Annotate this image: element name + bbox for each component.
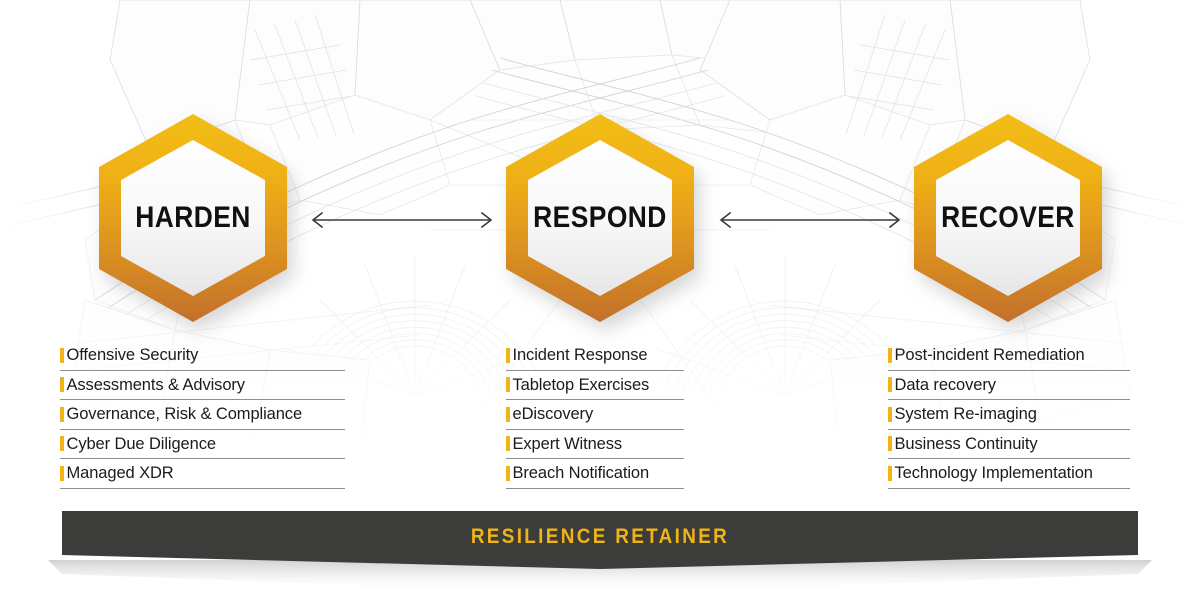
service-label: Tabletop Exercises — [512, 375, 650, 394]
service-label: Expert Witness — [512, 434, 623, 453]
retainer-banner-label: RESILIENCE RETAINER — [470, 525, 730, 548]
bullet-tick-icon — [60, 465, 64, 481]
bullet-tick-icon — [888, 465, 892, 481]
phase-node-recover[interactable]: RECOVER — [912, 112, 1104, 324]
service-item[interactable]: Post-incident Remediation — [888, 341, 1130, 371]
service-label: Offensive Security — [66, 346, 199, 364]
service-label: Cyber Due Diligence — [66, 434, 217, 453]
service-item[interactable]: Business Continuity — [888, 430, 1130, 459]
bullet-tick-icon — [60, 347, 64, 363]
service-label: Managed XDR — [66, 464, 174, 482]
bullet-tick-icon — [888, 377, 892, 393]
service-label: Technology Implementation — [894, 464, 1093, 482]
service-label: Data recovery — [894, 375, 997, 394]
phase-label-respond: RESPOND — [533, 201, 667, 234]
phase-node-respond[interactable]: RESPOND — [504, 112, 696, 324]
service-label: eDiscovery — [512, 405, 594, 423]
service-item[interactable]: Breach Notification — [506, 459, 684, 489]
service-label: Governance, Risk & Compliance — [66, 405, 303, 423]
service-item[interactable]: Managed XDR — [60, 459, 345, 489]
phase-node-harden[interactable]: HARDEN — [97, 112, 289, 324]
bullet-tick-icon — [60, 436, 64, 452]
service-item[interactable]: Incident Response — [506, 341, 684, 371]
service-label: System Re-imaging — [894, 405, 1037, 423]
service-label: Incident Response — [512, 346, 648, 364]
bullet-tick-icon — [506, 465, 510, 481]
connector-respond-recover — [716, 208, 904, 232]
service-list-recover: Post-incident Remediation Data recovery … — [888, 341, 1130, 489]
bullet-tick-icon — [506, 347, 510, 363]
bullet-tick-icon — [506, 406, 510, 422]
bullet-tick-icon — [506, 377, 510, 393]
service-list-harden: Offensive Security Assessments & Advisor… — [60, 341, 345, 489]
connector-harden-respond — [308, 208, 496, 232]
bullet-tick-icon — [888, 436, 892, 452]
service-item[interactable]: Governance, Risk & Compliance — [60, 400, 345, 430]
service-item[interactable]: Cyber Due Diligence — [60, 430, 345, 459]
phase-label-recover: RECOVER — [941, 201, 1075, 234]
service-item[interactable]: Technology Implementation — [888, 459, 1130, 489]
service-item[interactable]: Offensive Security — [60, 341, 345, 371]
bullet-tick-icon — [60, 406, 64, 422]
service-item[interactable]: eDiscovery — [506, 400, 684, 430]
service-label: Business Continuity — [894, 434, 1038, 453]
service-list-respond: Incident Response Tabletop Exercises eDi… — [506, 341, 684, 489]
diagram-canvas: HARDEN RESPOND RECOVER Offensive Securit… — [0, 0, 1200, 600]
service-label: Assessments & Advisory — [66, 375, 246, 394]
service-item[interactable]: Assessments & Advisory — [60, 371, 345, 400]
phase-label-harden: HARDEN — [135, 201, 251, 234]
service-item[interactable]: Tabletop Exercises — [506, 371, 684, 400]
bullet-tick-icon — [888, 347, 892, 363]
service-label: Breach Notification — [512, 464, 650, 482]
bullet-tick-icon — [506, 436, 510, 452]
bullet-tick-icon — [888, 406, 892, 422]
service-item[interactable]: Expert Witness — [506, 430, 684, 459]
service-item[interactable]: Data recovery — [888, 371, 1130, 400]
service-item[interactable]: System Re-imaging — [888, 400, 1130, 430]
bullet-tick-icon — [60, 377, 64, 393]
service-label: Post-incident Remediation — [894, 346, 1085, 364]
